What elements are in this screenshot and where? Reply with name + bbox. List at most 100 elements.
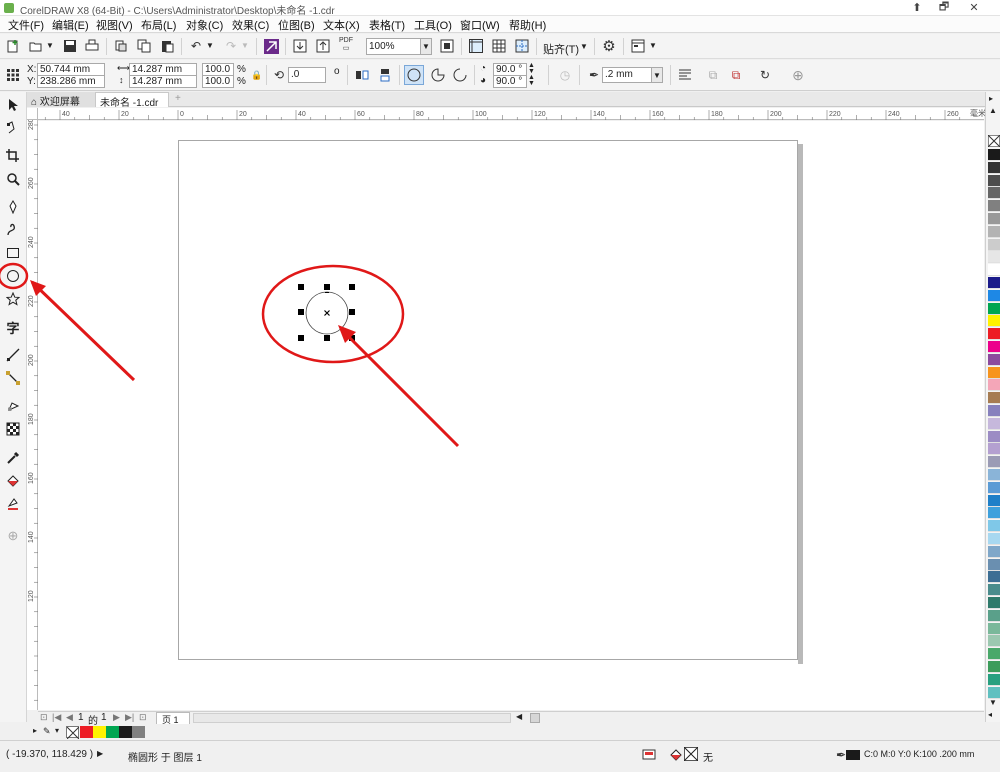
restore-button[interactable]: 🗗 [932,0,956,15]
full-screen-icon[interactable] [438,37,456,55]
arc-mode-icon[interactable] [451,66,469,84]
horizontal-scrollbar[interactable] [193,713,511,723]
color-swatch[interactable] [988,341,1000,353]
scale-height-field[interactable]: 100.0 [202,75,234,88]
palette-expand-icon[interactable]: ◂ [988,710,992,719]
color-swatch[interactable] [988,251,1000,264]
show-grid-icon[interactable] [490,37,508,55]
doc-color-swatch[interactable] [80,726,93,738]
color-swatch[interactable] [988,571,1000,584]
color-swatch[interactable] [988,494,1000,507]
mirror-horizontal-icon[interactable] [353,66,371,84]
quick-customize-icon[interactable]: ↻ [756,66,774,84]
color-eyedropper-tool-icon[interactable] [3,448,23,468]
artistic-media-tool-icon[interactable] [3,220,23,240]
add-tab-icon[interactable]: + [171,92,185,107]
end-angle-spinner[interactable]: ▲ ▼ [528,74,535,87]
pie-mode-icon[interactable] [429,66,447,84]
palette-scroll-up-arrow-icon[interactable]: ▲ [989,106,997,115]
text-wrap-icon[interactable] [676,66,694,84]
color-swatch[interactable] [988,673,1000,686]
show-guidelines-icon[interactable] [513,37,531,55]
color-swatch[interactable] [988,533,1000,545]
color-swatch[interactable] [988,315,1000,328]
ellipse-mode-icon[interactable] [404,65,424,85]
tab-welcome-screen[interactable]: ⌂ 欢迎屏幕 [27,92,95,108]
gear-icon[interactable]: ⚙ [600,37,618,55]
redo-icon[interactable]: ↷ [222,37,240,55]
color-swatch[interactable] [988,200,1000,213]
color-swatch[interactable] [988,379,1000,392]
status-expand-icon[interactable]: ▶ [97,749,103,758]
paste-icon[interactable] [158,37,176,55]
y-position-field[interactable]: 238.286 mm [37,75,105,88]
color-swatch[interactable] [988,622,1000,635]
star-tool-icon[interactable] [3,289,23,309]
chevron-down-icon[interactable]: ▼ [44,37,56,54]
palette-scroll-up-icon[interactable]: ▸ [989,94,993,103]
no-color-swatch[interactable] [988,135,1000,147]
undo-icon[interactable]: ↶ [187,37,205,55]
vertical-ruler[interactable]: 280 260 240 220 200 180 160 140 120 [27,120,38,710]
color-swatch[interactable] [988,443,1000,456]
color-swatch[interactable] [988,481,1000,494]
chevron-down-icon[interactable]: ▼ [420,38,432,55]
pick-tool-icon[interactable] [3,95,23,115]
color-swatch[interactable] [988,213,1000,225]
color-swatch[interactable] [988,686,1000,699]
horizontal-ruler[interactable]: 40 20 0 20 40 60 80 100 120 140 160 180 200 220 240 260… [38,108,986,120]
color-swatch[interactable] [988,392,1000,405]
color-swatch[interactable] [988,289,1000,302]
tab-page-1[interactable]: 页 1 [156,712,190,725]
menu-effects[interactable]: 效果(C) [232,17,269,33]
menu-view[interactable]: 视图(V) [96,17,133,33]
search-content-icon[interactable] [262,37,280,55]
color-swatch[interactable] [988,187,1000,200]
color-swatch[interactable] [988,353,1000,366]
menu-file[interactable]: 文件(F) [8,17,44,33]
color-swatch[interactable] [988,328,1000,341]
change-direction-icon[interactable]: ◷ [556,66,574,84]
menu-help[interactable]: 帮助(H) [509,17,546,33]
menu-tools[interactable]: 工具(O) [414,17,452,33]
color-swatch[interactable] [988,277,1000,289]
color-swatch[interactable] [988,264,1000,277]
zoom-tool-icon[interactable] [3,169,23,189]
scrollbar-thumb[interactable] [530,713,540,723]
doc-color-swatch[interactable] [119,726,132,738]
last-page-icon[interactable]: ▶| [125,712,134,723]
menu-bitmaps[interactable]: 位图(B) [278,17,315,33]
palette-scroll-down-icon[interactable]: ▼ [989,698,997,707]
connector-tool-icon[interactable] [3,368,23,388]
color-swatch[interactable] [988,609,1000,622]
window-up-icon[interactable]: ⬆ [905,0,929,15]
color-swatch[interactable] [988,520,1000,533]
color-swatch[interactable] [988,238,1000,251]
text-tool-icon[interactable]: 字 [3,317,23,337]
color-swatch[interactable] [988,430,1000,443]
open-folder-icon[interactable] [27,37,45,55]
chevron-down-icon[interactable]: ▾ [55,726,59,735]
add-icon[interactable]: ⊕ [789,66,807,84]
smart-fill-tool-icon[interactable] [3,494,23,514]
show-rulers-icon[interactable] [467,37,485,55]
color-swatch[interactable] [988,161,1000,174]
tab-document[interactable]: 未命名 -1.cdr [95,92,169,109]
ellipse-tool-icon[interactable] [3,266,23,286]
application-launcher-icon[interactable] [629,37,647,55]
save-icon[interactable] [61,37,79,55]
add-page-icon[interactable]: ⊡ [139,712,147,723]
ruler-origin[interactable] [27,108,38,120]
color-swatch[interactable] [988,597,1000,609]
page-options-icon[interactable]: ⊡ [40,712,48,723]
transparency-tool-icon[interactable] [3,419,23,439]
color-swatch[interactable] [988,366,1000,379]
rotation-angle-field[interactable]: .0 [288,67,326,83]
drop-shadow-tool-icon[interactable] [3,396,23,416]
object-origin-icon[interactable] [4,66,22,84]
drawing-canvas[interactable] [38,121,984,710]
chevron-down-icon[interactable]: ▼ [239,37,251,54]
doc-color-swatch[interactable] [93,726,106,738]
height-field[interactable]: 14.287 mm [129,75,197,88]
doc-palette-menu-icon[interactable]: ▸ [33,726,37,735]
